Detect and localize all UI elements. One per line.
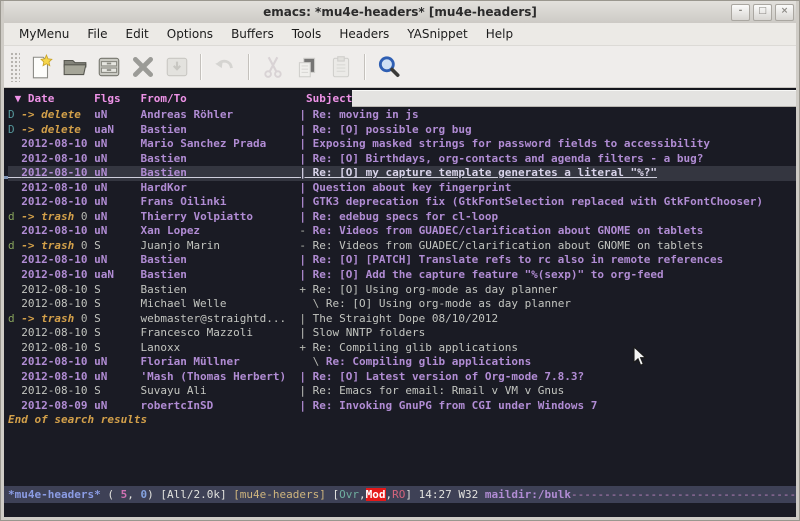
window-controls: -□× [731, 4, 794, 21]
menu-item-yasnippet[interactable]: YASnippet [398, 25, 477, 43]
message-row[interactable]: 2012-08-10 S Francesco Mazzoli | Slow NN… [8, 326, 796, 341]
window-title: emacs: *mu4e-headers* [mu4e-headers] [4, 5, 796, 19]
header-line-filler [352, 90, 796, 107]
menu-item-buffers[interactable]: Buffers [222, 25, 283, 43]
message-row[interactable]: 2012-08-10 uN HardKor | Question about k… [8, 181, 796, 196]
modeline-segment-tan: [mu4e-headers] [233, 488, 326, 501]
menu-item-headers[interactable]: Headers [330, 25, 398, 43]
paste-icon [325, 51, 357, 83]
message-row[interactable]: 2012-08-10 uaN Bastien | Re: [O] Add the… [8, 268, 796, 283]
menu-item-file[interactable]: File [78, 25, 116, 43]
message-row[interactable]: d -> trash 0 S webmaster@straightd... | … [8, 312, 796, 327]
open-folder-icon[interactable] [59, 51, 91, 83]
modeline-segment-w: ] 14:27 W32 [405, 488, 484, 501]
close-buffer-icon[interactable] [127, 51, 159, 83]
modeline-segment-dir: maildir:/bulk [485, 488, 571, 501]
menu-item-tools[interactable]: Tools [283, 25, 331, 43]
minimize-button[interactable]: - [731, 4, 750, 21]
emacs-window: emacs: *mu4e-headers* [mu4e-headers] -□×… [0, 0, 800, 521]
close-button[interactable]: × [775, 4, 794, 21]
menu-item-help[interactable]: Help [477, 25, 522, 43]
message-row[interactable]: 2012-08-10 uN Bastien | Re: [O] [PATCH] … [8, 253, 796, 268]
toolbar-separator [200, 54, 202, 80]
toolbar-drag-handle[interactable] [10, 52, 20, 82]
mouse-pointer [633, 346, 648, 372]
toolbar-separator [364, 54, 366, 80]
toolbar [4, 46, 796, 88]
message-row[interactable]: D -> delete uaN Bastien | Re: [O] possib… [8, 123, 796, 138]
modeline-segment-w: , [359, 488, 366, 501]
emacs-frame: ▼ Date Flgs From/To Subject D -> delete … [4, 88, 796, 517]
cut-icon [257, 51, 289, 83]
message-row[interactable]: d -> trash 0 S Juanjo Marin - Re: Videos… [8, 239, 796, 254]
new-file-icon[interactable] [25, 51, 57, 83]
mu4e-header-line: ▼ Date Flgs From/To Subject [4, 90, 796, 107]
message-row[interactable]: 2012-08-10 uN Florian Müllner \ Re: Comp… [8, 355, 796, 370]
menu-item-mymenu[interactable]: MyMenu [10, 25, 78, 43]
undo-icon [209, 51, 241, 83]
titlebar[interactable]: emacs: *mu4e-headers* [mu4e-headers] -□× [4, 1, 796, 23]
message-row[interactable]: 2012-08-10 uN Bastien | Re: [O] Birthday… [8, 152, 796, 167]
copy-icon [291, 51, 323, 83]
mode-line[interactable]: *mu4e-headers* ( 5, 0) [All/2.0k] [mu4e-… [4, 486, 796, 503]
fringe-indicator [4, 176, 8, 179]
modeline-segment-w: , [127, 488, 140, 501]
message-row[interactable]: 2012-08-10 S Bastien + Re: [O] Using org… [8, 283, 796, 298]
modeline-segment-dash: -------------------------------------- [571, 488, 796, 501]
end-of-search-results: End of search results [8, 413, 796, 428]
message-row[interactable]: 2012-08-10 uN Frans Oilinki | GTK3 depre… [8, 195, 796, 210]
modeline-segment-w: ) [All/2.0k] [147, 488, 233, 501]
menubar: MyMenuFileEditOptionsBuffersToolsHeaders… [4, 23, 796, 46]
modeline-segment-ro: RO [392, 488, 405, 501]
toolbar-separator [248, 54, 250, 80]
message-row[interactable]: 2012-08-10 uN Bastien | Re: [O] my captu… [8, 166, 796, 181]
save-as-icon [161, 51, 193, 83]
menu-item-edit[interactable]: Edit [117, 25, 158, 43]
message-row[interactable]: 2012-08-10 S Lanoxx + Re: Compiling glib… [8, 341, 796, 356]
modeline-segment-w: [ [326, 488, 339, 501]
mu4e-headers-buffer[interactable]: D -> delete uN Andreas Röhler | Re: movi… [4, 107, 796, 486]
echo-area [4, 503, 796, 517]
message-row[interactable]: 2012-08-10 uN Xan Lopez - Re: Videos fro… [8, 224, 796, 239]
modeline-segment-teal: Ovr [339, 488, 359, 501]
search-icon[interactable] [373, 51, 405, 83]
message-row[interactable]: 2012-08-10 uN 'Mash (Thomas Herbert) | R… [8, 370, 796, 385]
message-row[interactable]: 2012-08-10 S Michael Welle \ Re: [O] Usi… [8, 297, 796, 312]
message-row[interactable]: 2012-08-10 S Suvayu Ali | Re: Emacs for … [8, 384, 796, 399]
message-row[interactable]: D -> delete uN Andreas Röhler | Re: movi… [8, 108, 796, 123]
modeline-segment-w: ( [101, 488, 121, 501]
save-icon[interactable] [93, 51, 125, 83]
message-row[interactable]: d -> trash 0 uN Thierry Volpiatto | Re: … [8, 210, 796, 225]
modeline-segment-buf: *mu4e-headers* [8, 488, 101, 501]
maximize-button[interactable]: □ [753, 4, 772, 21]
menu-item-options[interactable]: Options [158, 25, 222, 43]
header-line-columns: ▼ Date Flgs From/To Subject [4, 90, 352, 107]
message-row[interactable]: 2012-08-09 uN robertcInSD | Re: Invoking… [8, 399, 796, 414]
message-row[interactable]: 2012-08-10 uN Mario Sanchez Prada | Expo… [8, 137, 796, 152]
modeline-segment-mod: Mod [366, 488, 386, 501]
